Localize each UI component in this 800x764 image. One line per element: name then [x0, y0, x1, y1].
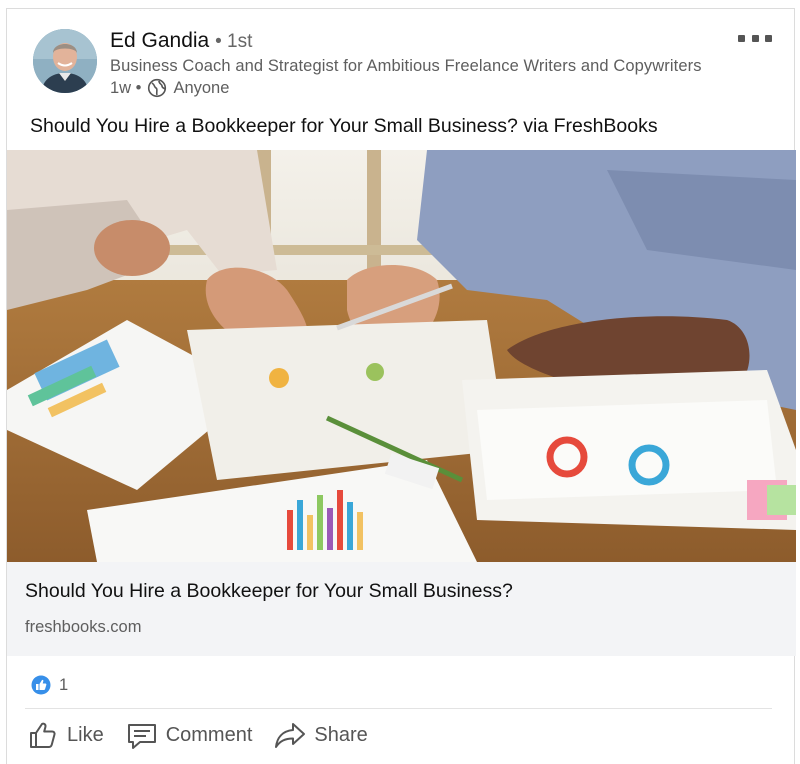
post-visibility: Anyone — [173, 78, 230, 97]
article-title[interactable]: Should You Hire a Bookkeeper for Your Sm… — [25, 580, 513, 603]
author-avatar[interactable] — [33, 29, 97, 93]
like-reaction-icon — [31, 675, 51, 695]
like-label: Like — [67, 723, 104, 746]
share-button[interactable]: Share — [274, 719, 368, 751]
comment-button[interactable]: Comment — [126, 719, 253, 751]
comment-icon — [127, 724, 156, 749]
ellipsis-dot — [751, 34, 759, 42]
share-arrow-icon — [275, 723, 306, 748]
social-actions-bar: Like Comment Share — [27, 719, 390, 751]
post-meta: 1w • Anyone — [110, 78, 229, 98]
post-time: 1w • — [110, 78, 142, 97]
feed-post-card: Ed Gandia • 1st Business Coach and Strat… — [6, 8, 796, 764]
article-source: freshbooks.com — [25, 618, 142, 636]
more-options-button[interactable] — [738, 31, 772, 45]
ellipsis-icon — [738, 34, 745, 42]
like-button[interactable]: Like — [27, 719, 104, 751]
globe-icon — [148, 78, 167, 98]
post-text: Should You Hire a Bookkeeper for Your Sm… — [30, 115, 658, 137]
article-link-preview[interactable]: Should You Hire a Bookkeeper for Your Sm… — [7, 562, 796, 656]
author-name[interactable]: Ed Gandia — [110, 29, 209, 52]
connection-degree: • 1st — [215, 31, 253, 52]
author-name-line[interactable]: Ed Gandia • 1st — [110, 29, 252, 53]
reaction-count: 1 — [59, 675, 69, 694]
reactions-summary[interactable]: 1 — [31, 675, 68, 695]
ellipsis-dot — [765, 34, 772, 42]
article-image[interactable] — [7, 150, 796, 562]
share-label: Share — [314, 723, 368, 746]
comment-label: Comment — [165, 723, 253, 746]
thumbs-up-icon — [30, 722, 56, 748]
author-headline: Business Coach and Strategist for Ambiti… — [110, 57, 702, 75]
divider — [25, 708, 772, 709]
